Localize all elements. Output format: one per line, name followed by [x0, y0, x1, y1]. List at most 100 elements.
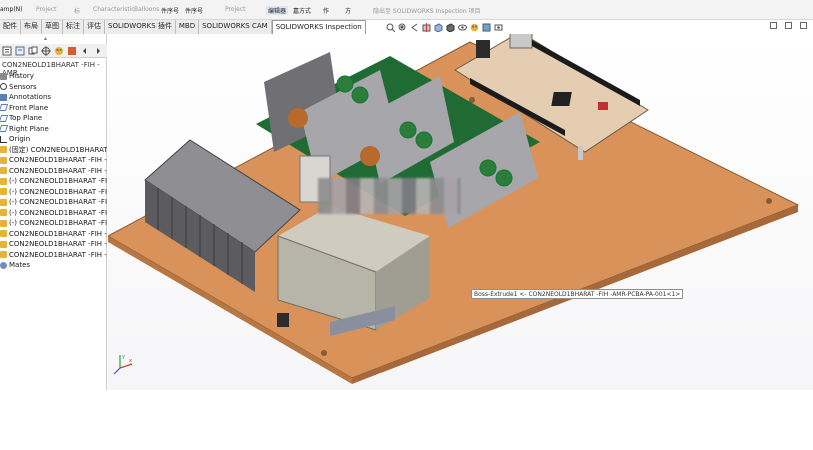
history-icon: [0, 72, 7, 80]
origin-icon: [0, 135, 7, 143]
tree-item-component[interactable]: (-) CON2NEOLD1BHARAT -FIH: [0, 218, 107, 229]
dimxpert-manager-icon[interactable]: [41, 45, 51, 56]
ribbon-item[interactable]: Balloons: [134, 6, 159, 13]
ribbon-item[interactable]: Project: [225, 6, 246, 13]
plane-icon: [0, 114, 9, 122]
tree-item-sensors[interactable]: Sensors: [0, 82, 107, 93]
tree-item-right-plane[interactable]: Right Plane: [0, 124, 107, 135]
ribbon-item[interactable]: 标: [74, 6, 80, 15]
part-icon: [0, 156, 7, 164]
tree-item-history[interactable]: History: [0, 71, 107, 82]
tree-item-annotations[interactable]: Annotations: [0, 92, 107, 103]
tab-markup[interactable]: 标注: [63, 20, 84, 34]
assembly-model[interactable]: [108, 34, 813, 390]
selection-tooltip: Boss-Extrude1 <- CON2NEOLD1BHARAT -FIH -…: [471, 289, 684, 299]
display-style-icon[interactable]: [446, 23, 455, 33]
edit-appearance-icon[interactable]: [470, 23, 479, 32]
ribbon-item[interactable]: Characteristic: [93, 6, 135, 13]
feature-tree: History Sensors Annotations Front Plane …: [0, 71, 107, 271]
command-ribbon: amp(N) Project 标 Characteristic Balloons…: [0, 0, 813, 20]
viewport-window-controls: [770, 22, 807, 29]
status-area: [0, 390, 813, 450]
heads-up-view-toolbar: [386, 21, 546, 34]
ribbon-item[interactable]: 件序号: [185, 6, 203, 15]
tab-solidworks-cam[interactable]: SOLIDWORKS CAM: [199, 20, 272, 34]
view-orientation-icon[interactable]: [434, 23, 443, 33]
tree-item-component[interactable]: (-) CON2NEOLD1BHARAT -FIH: [0, 187, 107, 198]
tab-assembly[interactable]: 配件: [0, 20, 21, 34]
annotations-icon: [0, 93, 7, 101]
ribbon-item[interactable]: 作: [323, 6, 329, 15]
tree-item-component[interactable]: CON2NEOLD1BHARAT -FIH -A: [0, 166, 107, 177]
part-icon: [0, 198, 7, 206]
tree-item-component[interactable]: CON2NEOLD1BHARAT -FIH -A: [0, 239, 107, 250]
plane-icon: [0, 104, 9, 112]
previous-view-icon[interactable]: [410, 23, 419, 32]
mounting-hole: [321, 350, 327, 356]
tree-item-mates[interactable]: Mates: [0, 260, 107, 271]
ribbon-item[interactable]: 方: [345, 6, 351, 15]
restore-window-icon[interactable]: [800, 22, 807, 29]
tree-item-component[interactable]: (-) CON2NEOLD1BHARAT -FIH: [0, 208, 107, 219]
tree-item-component[interactable]: CON2NEOLD1BHARAT -FIH -A: [0, 155, 107, 166]
tree-item-top-plane[interactable]: Top Plane: [0, 113, 107, 124]
section-view-icon[interactable]: [422, 23, 431, 32]
part-icon: [0, 209, 7, 217]
zoom-to-fit-icon[interactable]: [386, 23, 396, 33]
mounting-hole: [766, 198, 772, 204]
ribbon-item[interactable]: 嘉方式: [293, 6, 311, 15]
view-settings-icon[interactable]: [494, 23, 503, 32]
ribbon-item[interactable]: 隐出至 SOLIDWORKS Inspection 项目: [373, 6, 481, 15]
breaker-terminal: [277, 313, 289, 327]
property-manager-icon[interactable]: [15, 46, 25, 56]
tree-item-component[interactable]: CON2NEOLD1BHARAT -FIH -A: [0, 250, 107, 261]
tile-horizontal-icon[interactable]: [770, 22, 777, 29]
feature-manager-icon[interactable]: [2, 46, 12, 56]
tree-item-component[interactable]: (-) CON2NEOLD1BHARAT -FIH: [0, 197, 107, 208]
panel-grip-icon[interactable]: ▴: [44, 35, 47, 42]
tab-scroll-left-icon[interactable]: [80, 46, 90, 56]
tab-scroll-right-icon[interactable]: [93, 46, 103, 56]
tab-layout[interactable]: 布局: [21, 20, 42, 34]
microcontroller-chip: [551, 92, 572, 106]
part-icon: [0, 251, 7, 259]
hide-show-items-icon[interactable]: [458, 23, 467, 32]
zoom-to-area-icon[interactable]: [398, 23, 407, 32]
plane-icon: [0, 125, 9, 133]
svg-text:y: y: [122, 354, 125, 360]
tree-item-origin[interactable]: Origin: [0, 134, 107, 145]
svg-text:x: x: [129, 358, 132, 364]
tab-solidworks-inspection[interactable]: SOLIDWORKS Inspection: [271, 20, 366, 34]
tree-item-component[interactable]: (-) CON2NEOLD1BHARAT -FIH: [0, 176, 107, 187]
configuration-manager-icon[interactable]: [28, 46, 38, 56]
cam-manager-icon[interactable]: [67, 46, 77, 56]
ribbon-item[interactable]: 编辑器: [266, 6, 289, 15]
part-icon: [0, 219, 7, 227]
feature-manager-panel: ▴ CON2NEOLD1BHARAT -FIH -AMR History Sen…: [0, 34, 107, 390]
feature-manager-tabs: [0, 44, 107, 58]
tab-evaluate[interactable]: 评估: [84, 20, 105, 34]
tree-item-component[interactable]: CON2NEOLD1BHARAT -FIH -A: [0, 229, 107, 240]
ribbon-item[interactable]: 件序号: [161, 6, 179, 15]
tab-solidworks-addins[interactable]: SOLIDWORKS 插件: [105, 20, 176, 34]
command-manager-tabs: 配件 布局 草图 标注 评估 SOLIDWORKS 插件 MBD SOLIDWO…: [0, 20, 366, 34]
ribbon-item[interactable]: amp(N): [0, 6, 23, 13]
power-jack: [476, 40, 490, 58]
display-manager-icon[interactable]: [54, 46, 64, 56]
reset-button: [598, 102, 608, 110]
tab-sketch[interactable]: 草图: [42, 20, 63, 34]
ribbon-item[interactable]: Project: [36, 6, 57, 13]
part-icon: [0, 230, 7, 238]
tree-item-front-plane[interactable]: Front Plane: [0, 103, 107, 114]
redacted-region: [318, 178, 460, 214]
reference-triad-icon: y x: [112, 352, 136, 376]
tile-vertical-icon[interactable]: [785, 22, 792, 29]
sensor-icon: [0, 83, 7, 91]
tab-mbd[interactable]: MBD: [175, 20, 200, 34]
tree-item-component[interactable]: (固定) CON2NEOLD1BHARAT -: [0, 145, 107, 156]
apply-scene-icon[interactable]: [482, 23, 491, 32]
part-icon: [0, 177, 7, 185]
part-icon: [0, 146, 7, 154]
graphics-area[interactable]: [108, 34, 813, 390]
part-icon: [0, 188, 7, 196]
